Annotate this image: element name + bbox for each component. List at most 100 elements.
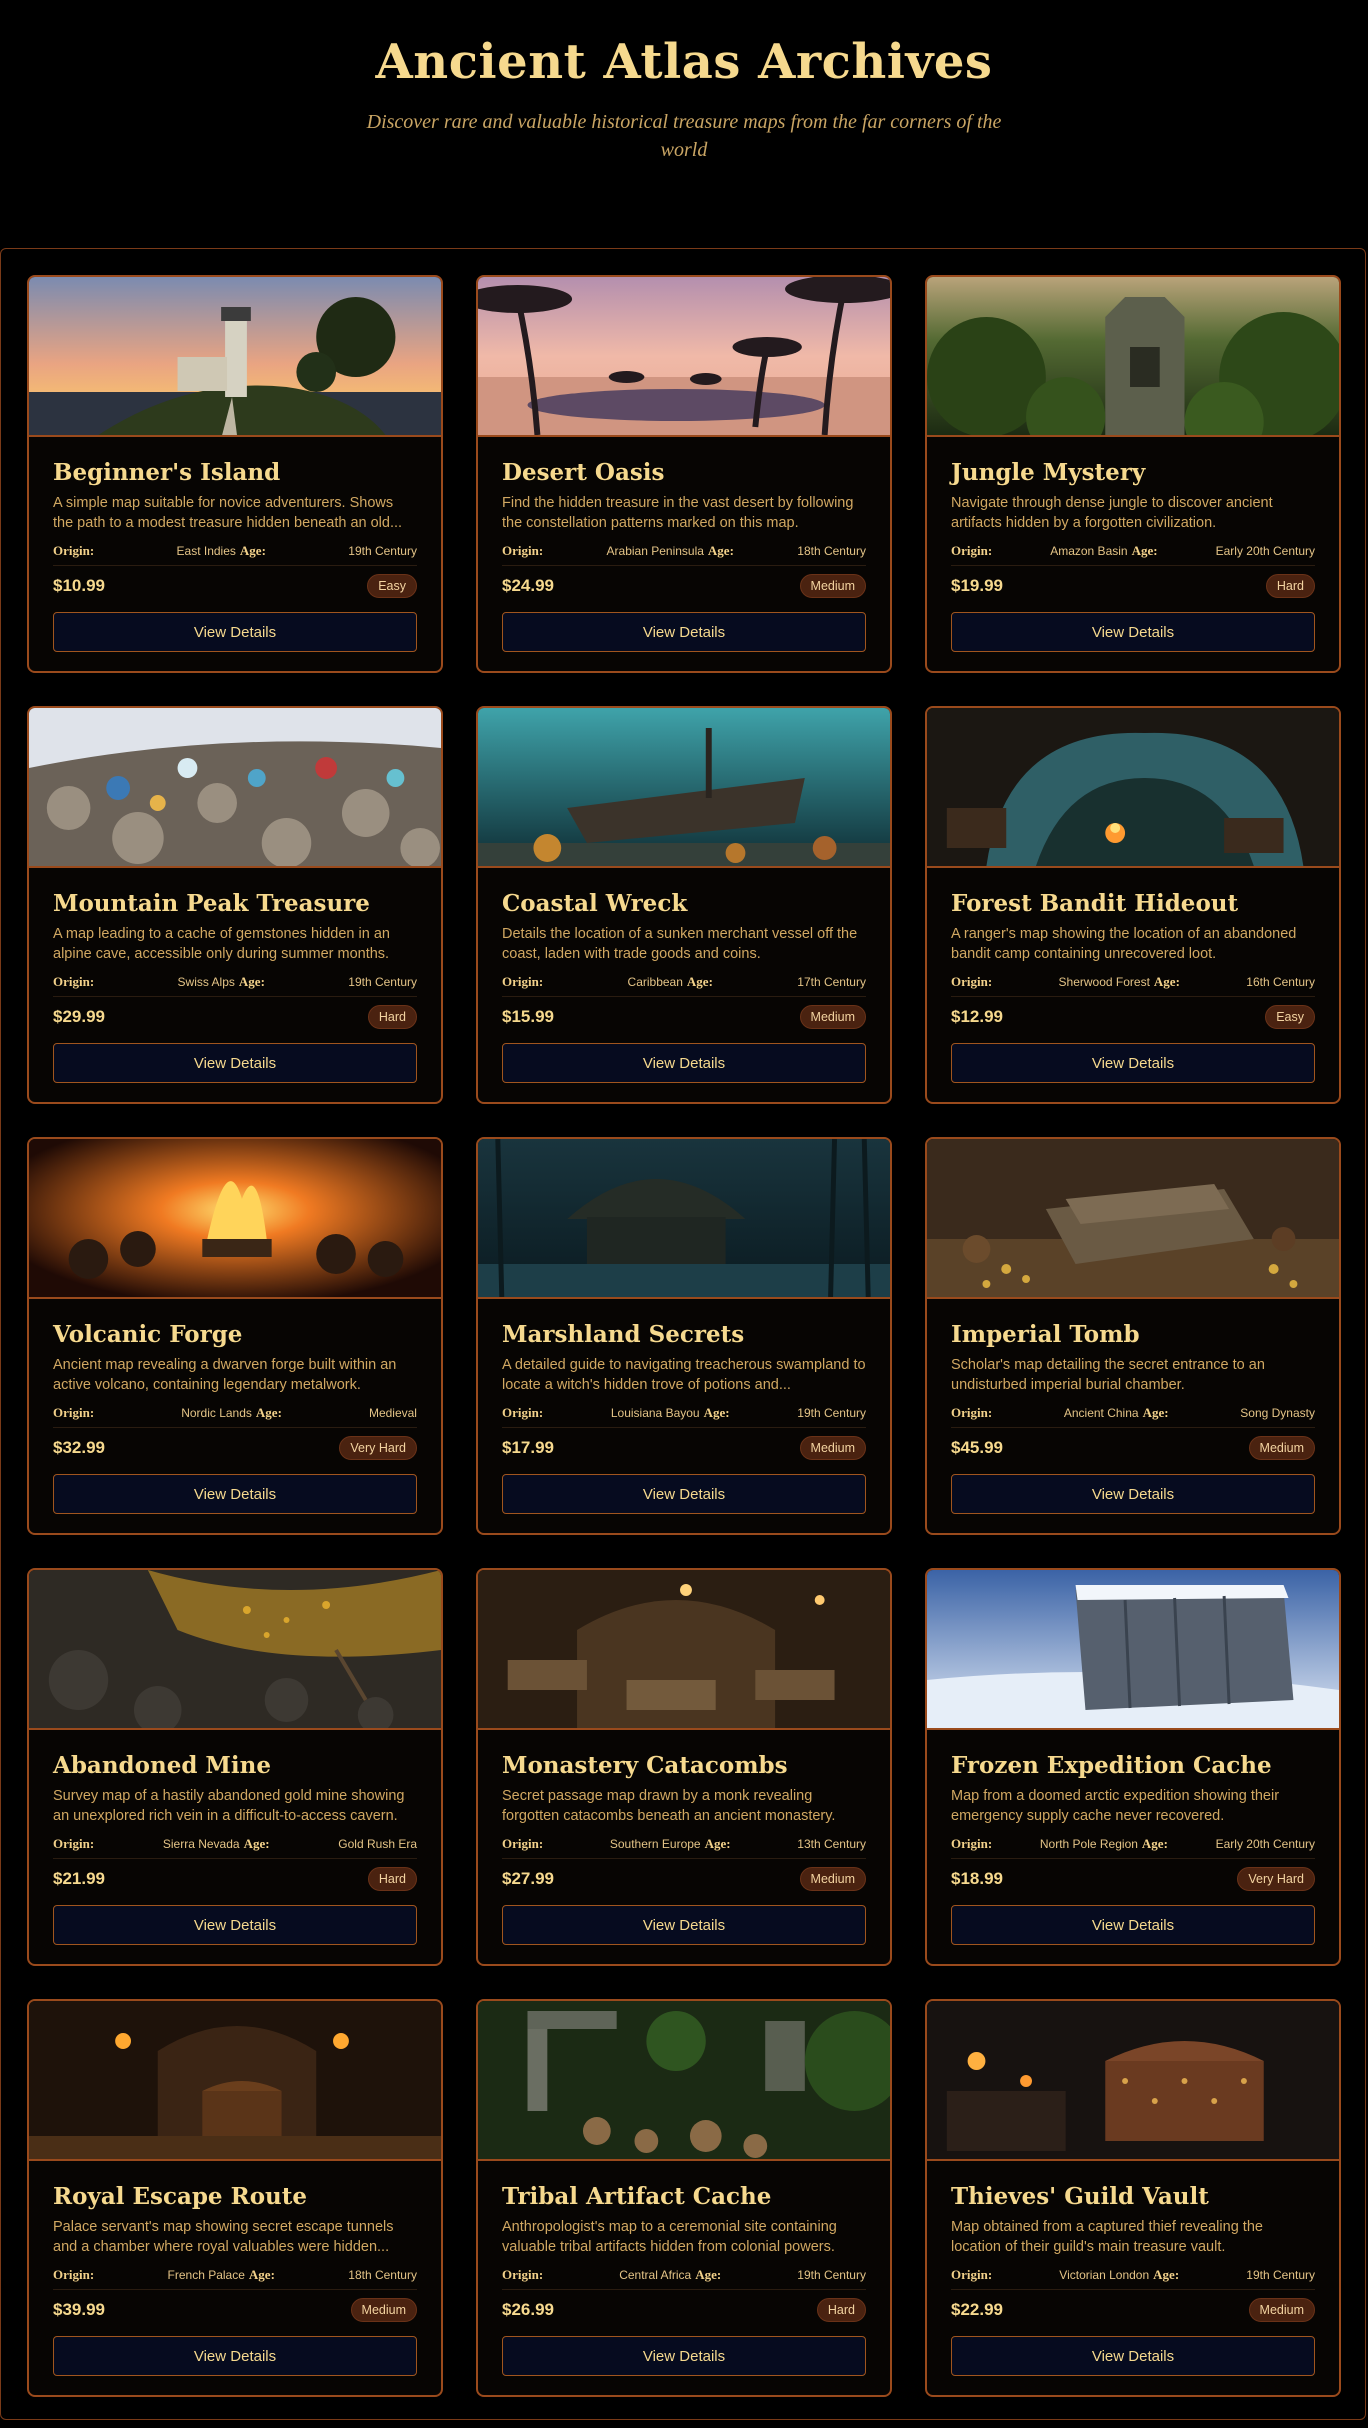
age-value: 19th Century bbox=[797, 2268, 866, 2282]
view-details-button[interactable]: View Details bbox=[53, 1905, 417, 1945]
difficulty-badge: Medium bbox=[1248, 2298, 1315, 2322]
gold-mine-image bbox=[29, 1570, 441, 1728]
origin-label: Origin: bbox=[951, 1836, 993, 1851]
map-description: Palace servant's map showing secret esca… bbox=[53, 2219, 394, 2255]
origin-value: Amazon Basin bbox=[1050, 544, 1128, 558]
map-description: A ranger's map showing the location of a… bbox=[951, 926, 1297, 962]
age-label: Age: bbox=[686, 974, 713, 989]
age-label: Age: bbox=[703, 1405, 730, 1420]
view-details-button[interactable]: View Details bbox=[951, 1474, 1315, 1514]
map-image bbox=[927, 1570, 1339, 1730]
map-card: Coastal Wreck Details the location of a … bbox=[476, 706, 892, 1104]
map-card: Frozen Expedition Cache Map from a doome… bbox=[925, 1568, 1341, 1966]
age-value: 13th Century bbox=[797, 1837, 866, 1851]
origin-label: Origin: bbox=[951, 543, 993, 558]
map-card: Beginner's Island A simple map suitable … bbox=[27, 275, 443, 673]
map-price: $45.99 bbox=[951, 1438, 1003, 1457]
view-details-button[interactable]: View Details bbox=[502, 612, 866, 652]
origin-label: Origin: bbox=[502, 2267, 544, 2282]
map-price: $19.99 bbox=[951, 576, 1003, 595]
map-image bbox=[927, 1139, 1339, 1299]
page-title: Ancient Atlas Archives bbox=[375, 34, 993, 90]
map-card: Imperial Tomb Scholar's map detailing th… bbox=[925, 1137, 1341, 1535]
view-details-button[interactable]: View Details bbox=[53, 2336, 417, 2376]
forge-fire-image bbox=[29, 1139, 441, 1297]
view-details-button[interactable]: View Details bbox=[502, 1474, 866, 1514]
origin-value: Sherwood Forest bbox=[1058, 975, 1150, 989]
age-value: 18th Century bbox=[348, 2268, 417, 2282]
map-title: Mountain Peak Treasure bbox=[53, 890, 370, 917]
difficulty-badge: Medium bbox=[799, 1867, 866, 1891]
map-description: Survey map of a hastily abandoned gold m… bbox=[53, 1788, 405, 1824]
map-meta: Origin: Sherwood Forest Age: 16th Centur… bbox=[951, 974, 1315, 997]
difficulty-badge: Hard bbox=[367, 1005, 417, 1029]
origin-label: Origin: bbox=[53, 1405, 95, 1420]
age-label: Age: bbox=[243, 1836, 270, 1851]
age-label: Age: bbox=[1141, 1836, 1168, 1851]
view-details-button[interactable]: View Details bbox=[951, 1043, 1315, 1083]
map-meta: Origin: Southern Europe Age: 13th Centur… bbox=[502, 1836, 866, 1859]
map-description: Details the location of a sunken merchan… bbox=[502, 926, 858, 962]
shipwreck-image bbox=[478, 708, 890, 866]
map-card: Thieves' Guild Vault Map obtained from a… bbox=[925, 1999, 1341, 2397]
map-grid: Beginner's Island A simple map suitable … bbox=[27, 275, 1341, 2397]
map-price: $10.99 bbox=[53, 576, 105, 595]
origin-value: French Palace bbox=[167, 2268, 245, 2282]
map-card: Desert Oasis Find the hidden treasure in… bbox=[476, 275, 892, 673]
difficulty-badge: Hard bbox=[1265, 574, 1315, 598]
map-meta: Origin: Ancient China Age: Song Dynasty bbox=[951, 1405, 1315, 1428]
desert-oasis-image bbox=[478, 277, 890, 435]
age-label: Age: bbox=[1153, 2267, 1180, 2282]
view-details-button[interactable]: View Details bbox=[53, 1474, 417, 1514]
view-details-button[interactable]: View Details bbox=[502, 2336, 866, 2376]
origin-label: Origin: bbox=[53, 1836, 95, 1851]
origin-value: Southern Europe bbox=[609, 1837, 701, 1851]
view-details-button[interactable]: View Details bbox=[53, 1043, 417, 1083]
map-title: Coastal Wreck bbox=[502, 890, 688, 917]
view-details-button[interactable]: View Details bbox=[951, 612, 1315, 652]
map-grid-container: Beginner's Island A simple map suitable … bbox=[0, 248, 1366, 2420]
map-title: Forest Bandit Hideout bbox=[951, 890, 1239, 917]
age-label: Age: bbox=[248, 2267, 275, 2282]
origin-label: Origin: bbox=[951, 1405, 993, 1420]
map-card: Jungle Mystery Navigate through dense ju… bbox=[925, 275, 1341, 673]
map-price: $27.99 bbox=[502, 1869, 554, 1888]
view-details-button[interactable]: View Details bbox=[502, 1043, 866, 1083]
map-meta: Origin: French Palace Age: 18th Century bbox=[53, 2267, 417, 2290]
map-description: A map leading to a cache of gemstones hi… bbox=[53, 926, 390, 962]
lighthouse-island-image bbox=[29, 277, 441, 435]
origin-label: Origin: bbox=[951, 2267, 993, 2282]
map-meta: Origin: Sierra Nevada Age: Gold Rush Era bbox=[53, 1836, 417, 1859]
difficulty-badge: Hard bbox=[816, 2298, 866, 2322]
view-details-button[interactable]: View Details bbox=[951, 1905, 1315, 1945]
view-details-button[interactable]: View Details bbox=[502, 1905, 866, 1945]
age-label: Age: bbox=[695, 2267, 722, 2282]
torch-chest-image bbox=[29, 2001, 441, 2159]
age-value: 16th Century bbox=[1246, 975, 1315, 989]
age-label: Age: bbox=[707, 543, 734, 558]
origin-value: Victorian London bbox=[1059, 2268, 1150, 2282]
map-description: Ancient map revealing a dwarven forge bu… bbox=[53, 1357, 397, 1393]
map-price: $26.99 bbox=[502, 2300, 554, 2319]
origin-label: Origin: bbox=[502, 1836, 544, 1851]
origin-label: Origin: bbox=[502, 543, 544, 558]
map-description: A simple map suitable for novice adventu… bbox=[53, 495, 403, 531]
difficulty-badge: Easy bbox=[1265, 1005, 1315, 1029]
map-meta: Origin: East Indies Age: 19th Century bbox=[53, 543, 417, 566]
origin-value: Arabian Peninsula bbox=[606, 544, 704, 558]
view-details-button[interactable]: View Details bbox=[53, 612, 417, 652]
age-value: Early 20th Century bbox=[1215, 544, 1315, 558]
map-image bbox=[478, 1570, 890, 1730]
difficulty-badge: Medium bbox=[799, 574, 866, 598]
catacombs-image bbox=[478, 1570, 890, 1728]
map-price: $29.99 bbox=[53, 1007, 105, 1026]
map-meta: Origin: Louisiana Bayou Age: 19th Centur… bbox=[502, 1405, 866, 1428]
origin-value: Nordic Lands bbox=[181, 1406, 252, 1420]
view-details-button[interactable]: View Details bbox=[951, 2336, 1315, 2376]
origin-value: Central Africa bbox=[619, 2268, 692, 2282]
map-card: Marshland Secrets A detailed guide to na… bbox=[476, 1137, 892, 1535]
age-value: Song Dynasty bbox=[1240, 1406, 1315, 1420]
origin-value: North Pole Region bbox=[1039, 1837, 1138, 1851]
map-card: Monastery Catacombs Secret passage map d… bbox=[476, 1568, 892, 1966]
map-image bbox=[29, 277, 441, 437]
